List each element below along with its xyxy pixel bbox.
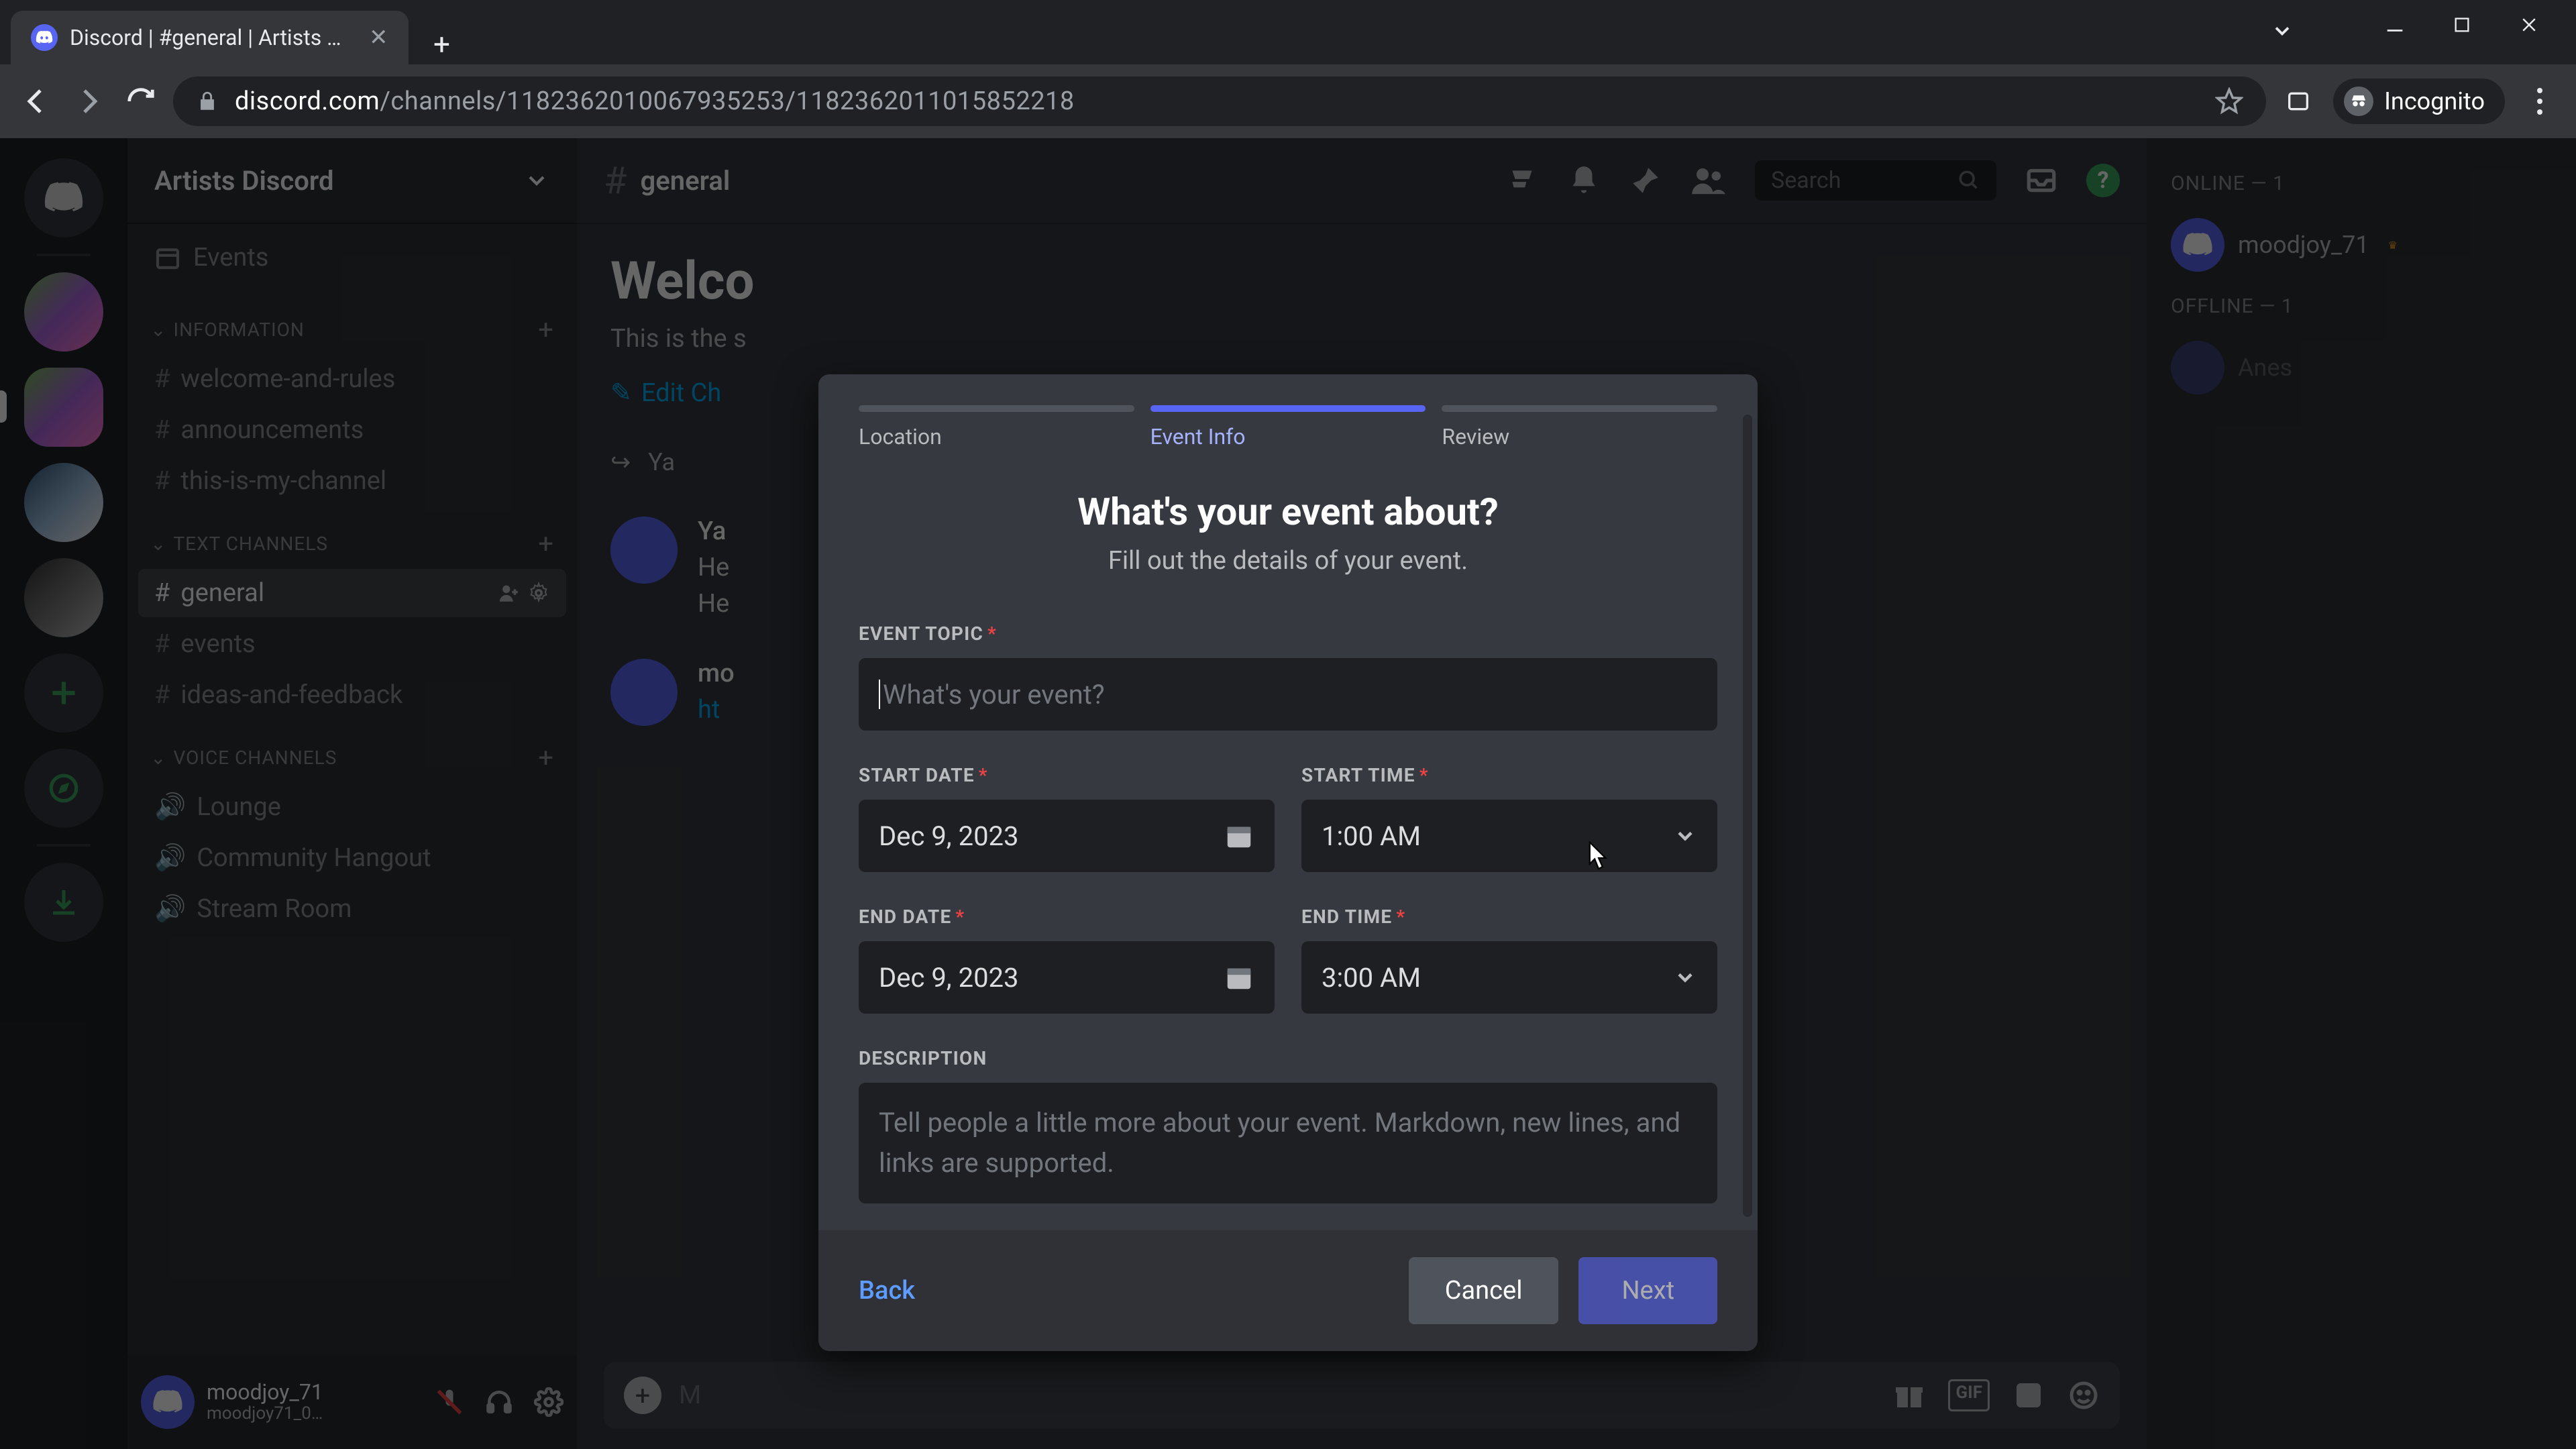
incognito-icon bbox=[2344, 87, 2373, 116]
browser-toolbar: discord.com/channels/1182362010067935253… bbox=[0, 64, 2576, 138]
end-time-label: END TIME* bbox=[1301, 906, 1717, 928]
modal-footer: Back Cancel Next bbox=[818, 1230, 1758, 1351]
next-button[interactable]: Next bbox=[1578, 1257, 1717, 1324]
start-time-label: START TIME* bbox=[1301, 764, 1717, 786]
cancel-button[interactable]: Cancel bbox=[1409, 1257, 1559, 1324]
calendar-icon bbox=[1224, 820, 1254, 851]
close-window-button[interactable] bbox=[2516, 13, 2542, 36]
lock-icon bbox=[196, 90, 219, 113]
url-text: discord.com/channels/1182362010067935253… bbox=[235, 87, 1075, 116]
event-topic-label: EVENT TOPIC* bbox=[859, 623, 1717, 645]
maximize-button[interactable] bbox=[2449, 13, 2475, 36]
new-tab-button[interactable]: + bbox=[422, 24, 462, 64]
modal-title: What's your event about? bbox=[859, 490, 1717, 534]
step-indicator: Location Event Info Review bbox=[859, 405, 1717, 449]
tab-title: Discord | #general | Artists Disc… bbox=[70, 25, 352, 50]
start-time-select[interactable]: 1:00 AM bbox=[1301, 800, 1717, 872]
extensions-icon[interactable] bbox=[2278, 81, 2318, 121]
create-event-modal: Location Event Info Review What's your e… bbox=[818, 374, 1758, 1351]
calendar-icon bbox=[1224, 962, 1254, 993]
step-review[interactable]: Review bbox=[1442, 405, 1717, 449]
forward-button[interactable] bbox=[68, 81, 109, 121]
back-button[interactable] bbox=[16, 81, 56, 121]
discord-favicon-icon bbox=[31, 24, 58, 51]
description-label: DESCRIPTION bbox=[859, 1047, 1717, 1069]
event-topic-input[interactable]: What's your event? bbox=[859, 658, 1717, 731]
end-date-label: END DATE* bbox=[859, 906, 1275, 928]
browser-tab[interactable]: Discord | #general | Artists Disc… ✕ bbox=[11, 11, 409, 64]
chevron-down-icon bbox=[1673, 824, 1697, 848]
minimize-button[interactable] bbox=[2381, 13, 2408, 36]
end-time-select[interactable]: 3:00 AM bbox=[1301, 941, 1717, 1014]
chevron-down-icon bbox=[1673, 965, 1697, 989]
step-location[interactable]: Location bbox=[859, 405, 1134, 449]
reload-button[interactable] bbox=[121, 81, 161, 121]
close-tab-icon[interactable]: ✕ bbox=[369, 24, 388, 51]
modal-scrollbar[interactable] bbox=[1743, 415, 1752, 1217]
start-date-input[interactable]: Dec 9, 2023 bbox=[859, 800, 1275, 872]
end-date-input[interactable]: Dec 9, 2023 bbox=[859, 941, 1275, 1014]
start-date-label: START DATE* bbox=[859, 764, 1275, 786]
address-bar[interactable]: discord.com/channels/1182362010067935253… bbox=[173, 76, 2266, 126]
mouse-cursor bbox=[1589, 841, 1609, 871]
modal-subtitle: Fill out the details of your event. bbox=[859, 546, 1717, 576]
tabs-dropdown-icon[interactable] bbox=[2270, 19, 2294, 43]
browser-titlebar: Discord | #general | Artists Disc… ✕ + bbox=[0, 0, 2576, 64]
bookmark-star-icon[interactable] bbox=[2215, 87, 2243, 115]
browser-menu-icon[interactable] bbox=[2520, 81, 2560, 121]
step-event-info[interactable]: Event Info bbox=[1150, 405, 1426, 449]
back-button[interactable]: Back bbox=[859, 1276, 915, 1305]
incognito-indicator[interactable]: Incognito bbox=[2333, 78, 2505, 124]
description-input[interactable]: Tell people a little more about your eve… bbox=[859, 1083, 1717, 1203]
